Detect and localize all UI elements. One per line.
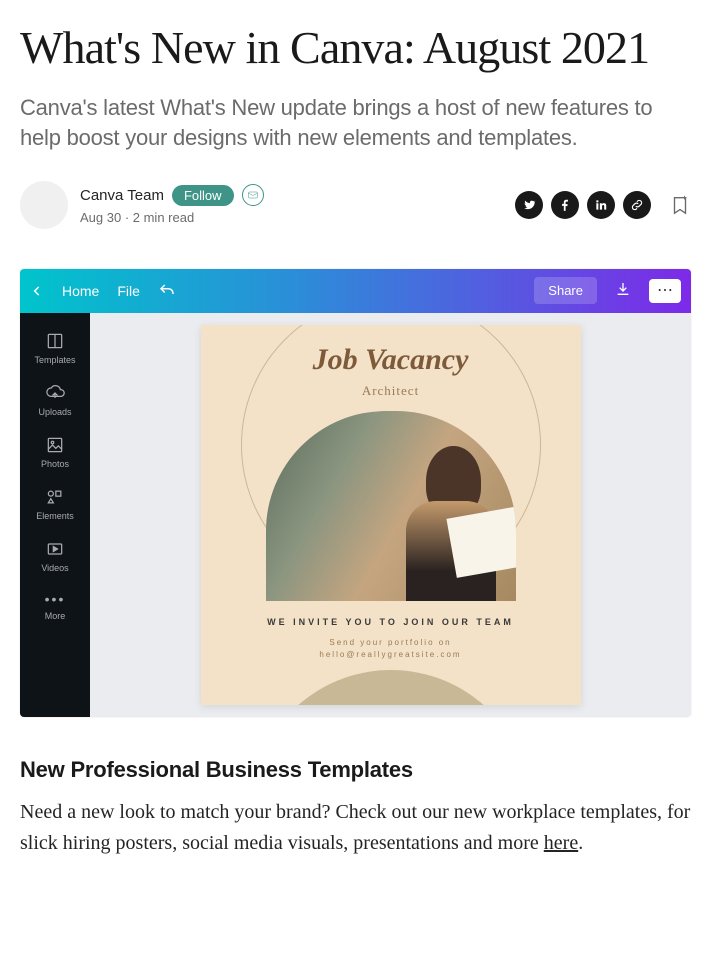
sidebar-item-label: Videos: [41, 563, 68, 573]
more-button[interactable]: ⋯: [649, 279, 681, 303]
undo-button[interactable]: [158, 282, 176, 300]
download-button[interactable]: [607, 275, 639, 306]
topbar-right: Share ⋯: [534, 275, 681, 306]
editor-body: Templates Uploads Photos Elements Videos…: [20, 313, 691, 717]
mail-icon: [247, 189, 259, 201]
undo-icon: [158, 282, 176, 300]
follow-button[interactable]: Follow: [172, 185, 234, 206]
uploads-icon: [45, 383, 65, 403]
sidebar-item-label: Templates: [34, 355, 75, 365]
sidebar-item-photos[interactable]: Photos: [20, 427, 90, 477]
share-twitter[interactable]: [515, 191, 543, 219]
body-suffix: .: [578, 832, 583, 854]
byline-left: Canva Team Follow Aug 30 · 2 min read: [20, 181, 264, 229]
avatar[interactable]: [20, 181, 68, 229]
download-icon: [615, 281, 631, 297]
chevron-left-icon: [30, 284, 44, 298]
twitter-icon: [522, 198, 536, 212]
publish-date: Aug 30: [80, 210, 121, 225]
subscribe-button[interactable]: [242, 184, 264, 206]
editor-topbar: Home File Share ⋯: [20, 269, 691, 313]
poster-subtitle: Architect: [201, 383, 581, 399]
author-block: Canva Team Follow Aug 30 · 2 min read: [80, 184, 264, 225]
share-row: [515, 191, 691, 219]
poster-arc-decor: [251, 670, 531, 705]
author-name[interactable]: Canva Team: [80, 187, 164, 204]
sidebar-item-label: Photos: [41, 459, 69, 469]
sidebar-item-label: More: [45, 611, 66, 621]
more-icon: •••: [45, 591, 66, 607]
back-button[interactable]: [30, 284, 44, 298]
share-linkedin[interactable]: [587, 191, 615, 219]
read-time: 2 min read: [133, 210, 194, 225]
canva-share-button[interactable]: Share: [534, 277, 597, 304]
elements-icon: [45, 487, 65, 507]
sidebar-item-videos[interactable]: Videos: [20, 531, 90, 581]
poster-line2: hello@reallygreatsite.com: [201, 649, 581, 662]
poster-title: Job Vacancy: [201, 343, 581, 377]
article-title: What's New in Canva: August 2021: [20, 20, 691, 75]
poster-contact: Send your portfolio on hello@reallygreat…: [201, 637, 581, 663]
body-prefix: Need a new look to match your brand? Che…: [20, 801, 690, 854]
editor-sidebar: Templates Uploads Photos Elements Videos…: [20, 313, 90, 717]
byline-row: Canva Team Follow Aug 30 · 2 min read: [20, 181, 691, 229]
sidebar-item-templates[interactable]: Templates: [20, 323, 90, 373]
meta-line: Aug 30 · 2 min read: [80, 210, 264, 225]
photos-icon: [45, 435, 65, 455]
link-icon: [630, 198, 644, 212]
design-poster[interactable]: Job Vacancy Architect WE INVITE YOU TO J…: [201, 325, 581, 705]
article-subtitle: Canva's latest What's New update brings …: [20, 93, 691, 152]
templates-icon: [45, 331, 65, 351]
bookmark-icon: [669, 194, 691, 216]
home-link[interactable]: Home: [62, 283, 99, 299]
poster-invite: WE INVITE YOU TO JOIN OUR TEAM: [201, 617, 581, 627]
videos-icon: [45, 539, 65, 559]
bookmark-button[interactable]: [669, 194, 691, 216]
author-line: Canva Team Follow: [80, 184, 264, 206]
sidebar-item-label: Uploads: [38, 407, 71, 417]
facebook-icon: [558, 198, 572, 212]
share-link[interactable]: [623, 191, 651, 219]
section-heading: New Professional Business Templates: [20, 757, 691, 783]
sidebar-item-label: Elements: [36, 511, 74, 521]
body-text: Need a new look to match your brand? Che…: [20, 797, 691, 859]
poster-paper-decor: [446, 504, 516, 578]
sidebar-item-elements[interactable]: Elements: [20, 479, 90, 529]
canvas-area[interactable]: Job Vacancy Architect WE INVITE YOU TO J…: [90, 313, 691, 717]
poster-line1: Send your portfolio on: [201, 637, 581, 650]
topbar-left: Home File: [30, 282, 176, 300]
editor-screenshot: Home File Share ⋯ Templates Uploads Phot…: [20, 269, 691, 717]
linkedin-icon: [594, 198, 608, 212]
share-facebook[interactable]: [551, 191, 579, 219]
sidebar-item-uploads[interactable]: Uploads: [20, 375, 90, 425]
file-menu[interactable]: File: [117, 283, 140, 299]
here-link[interactable]: here: [544, 832, 578, 854]
sidebar-item-more[interactable]: ••• More: [20, 583, 90, 629]
